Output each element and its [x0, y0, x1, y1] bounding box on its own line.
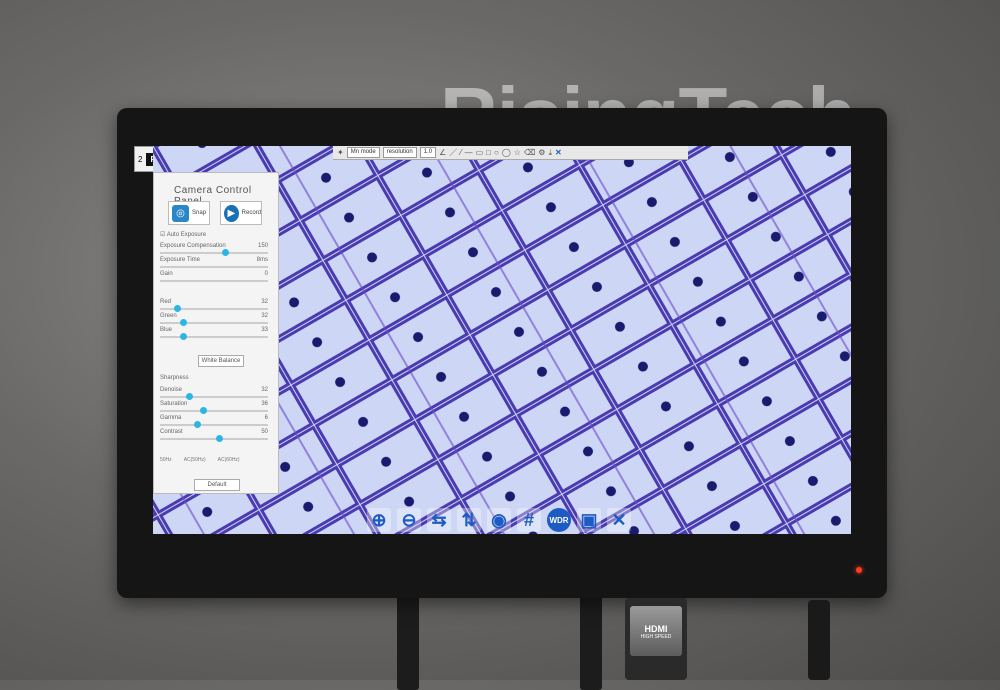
hdmi-plug: HDMI HIGH SPEED	[630, 606, 682, 656]
slider-track[interactable]	[160, 396, 268, 398]
slider-label: Contrast	[160, 429, 183, 435]
circle-icon[interactable]: ○	[494, 148, 499, 158]
rect-icon[interactable]: ▭	[476, 148, 484, 158]
slider-label: Green	[160, 313, 177, 319]
slider-track[interactable]	[160, 336, 268, 338]
resolution-select[interactable]: resolution	[382, 147, 417, 158]
slider-thumb[interactable]	[222, 249, 229, 256]
camera-control-panel: Camera Control Panel ◎ Snap ▶ Record ☑ A…	[153, 172, 279, 494]
hdmi-cable: HDMI HIGH SPEED	[625, 598, 687, 680]
slider-track[interactable]	[160, 322, 268, 324]
slider-value: 33	[261, 327, 268, 333]
hdmi-brand: HDMI	[644, 624, 668, 634]
hdmi-sub: HIGH SPEED	[640, 634, 672, 640]
zoom-in-icon[interactable]: ⊕	[367, 508, 391, 532]
slider-thumb[interactable]	[200, 407, 207, 414]
record-button[interactable]: ▶ Record	[220, 201, 262, 225]
stand-right	[580, 590, 602, 690]
ellipse-icon[interactable]: ◯	[502, 148, 511, 158]
power-cable	[808, 600, 830, 680]
star-icon[interactable]: ☆	[514, 148, 521, 158]
slider-value: 32	[261, 313, 268, 319]
slider-label: Gain	[160, 271, 173, 277]
frequency-radios: 50Hz AC(50Hz) AC(60Hz)	[160, 457, 240, 463]
slider-value: 32	[261, 387, 268, 393]
slider-thumb[interactable]	[174, 305, 181, 312]
slider-label: Gamma	[160, 415, 182, 421]
flip-h-icon[interactable]: ⇆	[427, 508, 451, 532]
slider-value: 8ms	[256, 257, 268, 263]
power-led	[856, 567, 862, 573]
stop-icon[interactable]: ◉	[487, 508, 511, 532]
top-toolbar: ✦ Mn mode resolution 1.0 ∠ ／ ⁄ — ▭ □ ○ ◯…	[333, 146, 688, 160]
snap-button[interactable]: ◎ Snap	[168, 201, 210, 225]
pin-icon[interactable]: ✦	[337, 148, 344, 158]
sharpness-label: Sharpness	[160, 375, 189, 381]
slider-label: Exposure Time	[160, 257, 201, 263]
radio-50hz[interactable]: 50Hz	[160, 457, 172, 463]
scale-select[interactable]: 1.0	[419, 147, 437, 158]
slider-value: 50	[261, 429, 268, 435]
slider-thumb[interactable]	[180, 333, 187, 340]
camera-icon: ◎	[172, 204, 189, 222]
grid-icon[interactable]: #	[517, 508, 541, 532]
slider-label: Blue	[160, 327, 173, 333]
default-button[interactable]: Default	[194, 479, 240, 491]
calibrate-icon[interactable]: ⚙	[538, 148, 545, 158]
slider-label: Exposure Compensation	[160, 243, 226, 249]
mode-select[interactable]: Mn mode	[346, 147, 380, 158]
radio-ac50[interactable]: AC(50Hz)	[184, 457, 206, 463]
slider-value: 36	[261, 401, 268, 407]
slider-label: Denoise	[160, 387, 183, 393]
wdr-icon[interactable]: WDR	[547, 508, 571, 532]
slider-track[interactable]	[160, 252, 268, 254]
slider-value: 32	[261, 299, 268, 305]
slider-track[interactable]	[160, 280, 268, 282]
slider-thumb[interactable]	[194, 421, 201, 428]
monitor: 2 FRONT ✦ Mn mode resolution	[117, 108, 887, 598]
slider-value: 0	[264, 271, 268, 277]
auto-exposure-label: Auto Exposure	[166, 232, 207, 238]
microscope-screen: ✦ Mn mode resolution 1.0 ∠ ／ ⁄ — ▭ □ ○ ◯…	[153, 146, 851, 534]
close-icon[interactable]: ✕	[555, 148, 562, 158]
slider-thumb[interactable]	[180, 319, 187, 326]
radio-ac60[interactable]: AC(60Hz)	[218, 457, 240, 463]
label-number: 2	[138, 154, 143, 164]
bottom-toolbar: ⊕ ⊖ ⇆ ⇅ ◉ # WDR ▣ ✕	[367, 508, 631, 532]
angle-icon[interactable]: ∠	[439, 148, 446, 158]
slider-value: 6	[264, 415, 268, 421]
save-icon[interactable]: ▣	[577, 508, 601, 532]
zoom-out-icon[interactable]: ⊖	[397, 508, 421, 532]
slider-value: 150	[257, 243, 268, 249]
flip-v-icon[interactable]: ⇅	[457, 508, 481, 532]
slider-track[interactable]	[160, 438, 268, 440]
settings-icon[interactable]: ✕	[607, 508, 631, 532]
dash-icon[interactable]: —	[465, 148, 473, 158]
slider-thumb[interactable]	[216, 435, 223, 442]
square-icon[interactable]: □	[486, 148, 491, 158]
slider-label: Red	[160, 299, 172, 305]
slider-track[interactable]	[160, 424, 268, 426]
slider-track[interactable]	[160, 266, 268, 268]
line-icon[interactable]: ／	[449, 148, 457, 158]
export-icon[interactable]: ⤓	[548, 148, 552, 158]
polyline-icon[interactable]: ⁄	[460, 148, 461, 158]
snap-label: Snap	[192, 210, 207, 216]
white-balance-button[interactable]: White Balance	[198, 355, 244, 367]
slider-track[interactable]	[160, 410, 268, 412]
slider-label: Saturation	[160, 401, 188, 407]
auto-exposure-checkbox[interactable]: ☑ Auto Exposure	[160, 231, 206, 238]
stand-left	[397, 590, 419, 690]
record-label: Record	[241, 210, 261, 216]
play-icon: ▶	[224, 204, 239, 222]
eraser-icon[interactable]: ⌫	[524, 148, 535, 158]
slider-thumb[interactable]	[186, 393, 193, 400]
